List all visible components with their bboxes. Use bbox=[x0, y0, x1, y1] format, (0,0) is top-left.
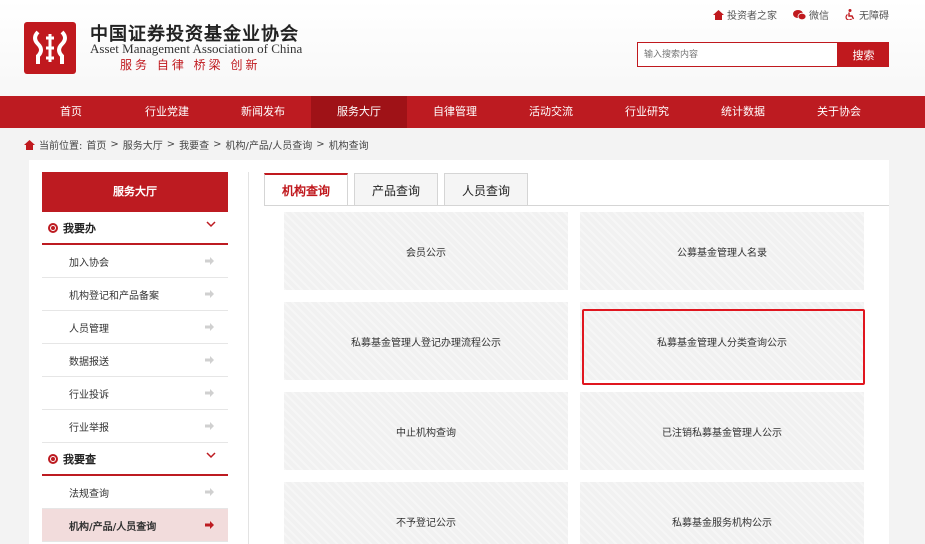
sidebar-item-org-product-person[interactable]: 机构/产品/人员查询 bbox=[42, 509, 228, 542]
tab-org-query[interactable]: 机构查询 bbox=[264, 173, 349, 206]
sidebar-item-join[interactable]: 加入协会 bbox=[42, 245, 228, 278]
sidebar-item-label: 行业投诉 bbox=[69, 389, 109, 401]
accessibility-icon bbox=[845, 9, 855, 20]
sidebar-item-label: 机构/产品/人员查询 bbox=[69, 521, 157, 533]
sidebar-item-label: 人员管理 bbox=[69, 323, 109, 335]
arrow-right-icon bbox=[205, 521, 214, 529]
search-button[interactable]: 搜索 bbox=[838, 42, 889, 67]
org-name-en: Asset Management Association of China bbox=[90, 41, 303, 56]
highlight-annotation bbox=[582, 309, 865, 385]
sidebar-item-data-report[interactable]: 数据报送 bbox=[42, 344, 228, 377]
arrow-right-icon bbox=[205, 422, 214, 430]
breadcrumb-current: 机构查询 bbox=[328, 141, 369, 152]
investor-home-label: 投资者之家 bbox=[727, 11, 777, 22]
sidebar-item-report[interactable]: 行业举报 bbox=[42, 410, 228, 443]
wechat-label: 微信 bbox=[809, 11, 829, 22]
column-divider bbox=[248, 172, 249, 544]
investor-home-link[interactable]: 投资者之家 bbox=[713, 7, 777, 22]
card-rejected-registration[interactable]: 不予登记公示 bbox=[284, 482, 568, 544]
main-nav: 首页 行业党建 新闻发布 服务大厅 自律管理 活动交流 行业研究 统计数据 关于… bbox=[0, 96, 925, 128]
logo-seal-icon bbox=[33, 30, 67, 64]
search-input[interactable] bbox=[637, 42, 838, 67]
sidebar-item-personnel[interactable]: 人员管理 bbox=[42, 311, 228, 344]
top-links: 投资者之家 微信 无障碍 bbox=[713, 7, 889, 22]
nav-item-home[interactable]: 首页 bbox=[23, 96, 119, 128]
nav-item-about[interactable]: 关于协会 bbox=[791, 96, 887, 128]
card-public-fund-managers[interactable]: 公募基金管理人名录 bbox=[580, 212, 864, 290]
nav-item-self-regulation[interactable]: 自律管理 bbox=[407, 96, 503, 128]
chevron-down-icon[interactable] bbox=[206, 452, 216, 459]
sidebar-item-complaint[interactable]: 行业投诉 bbox=[42, 377, 228, 410]
sidebar-item-regulations[interactable]: 法规查询 bbox=[42, 476, 228, 509]
breadcrumb-service-hall[interactable]: 服务大厅 bbox=[123, 137, 163, 152]
card-suspended-orgs[interactable]: 中止机构查询 bbox=[284, 392, 568, 470]
breadcrumb-separator: > bbox=[166, 139, 176, 150]
tab-product-query[interactable]: 产品查询 bbox=[354, 173, 439, 206]
nav-item-service-hall[interactable]: 服务大厅 bbox=[311, 96, 407, 128]
breadcrumb-separator: > bbox=[110, 139, 119, 150]
nav-item-news[interactable]: 新闻发布 bbox=[215, 96, 311, 128]
wechat-link[interactable]: 微信 bbox=[793, 7, 829, 22]
amac-logo[interactable] bbox=[24, 22, 76, 74]
bullet-icon bbox=[48, 222, 58, 233]
breadcrumb-separator: > bbox=[213, 139, 222, 150]
sidebar-group-label: 我要查 bbox=[63, 452, 96, 466]
nav-item-party[interactable]: 行业党建 bbox=[119, 96, 215, 128]
breadcrumb-home[interactable]: 首页 bbox=[86, 137, 106, 152]
chevron-down-icon[interactable] bbox=[206, 221, 216, 228]
nav-item-statistics[interactable]: 统计数据 bbox=[695, 96, 791, 128]
arrow-right-icon bbox=[205, 323, 214, 331]
breadcrumb: 当前位置: 首页 > 服务大厅 > 我要查 > 机构/产品/人员查询 > 机构查… bbox=[24, 137, 369, 152]
sidebar-group-label: 我要办 bbox=[63, 221, 96, 235]
sidebar-group-handle[interactable]: 我要办 bbox=[42, 212, 228, 245]
sidebar-item-label: 机构登记和产品备案 bbox=[69, 290, 159, 302]
breadcrumb-query[interactable]: 我要查 bbox=[179, 137, 209, 152]
sidebar-item-registration[interactable]: 机构登记和产品备案 bbox=[42, 278, 228, 311]
sidebar-group-query[interactable]: 我要查 bbox=[42, 443, 228, 476]
card-service-institutions[interactable]: 私募基金服务机构公示 bbox=[580, 482, 864, 544]
nav-item-research[interactable]: 行业研究 bbox=[599, 96, 695, 128]
arrow-right-icon bbox=[205, 290, 214, 298]
bullet-icon bbox=[48, 453, 58, 464]
wechat-icon bbox=[793, 9, 806, 20]
arrow-right-icon bbox=[205, 488, 214, 496]
sidebar-item-label: 数据报送 bbox=[69, 356, 109, 368]
card-member-disclosure[interactable]: 会员公示 bbox=[284, 212, 568, 290]
site-header: 中国证券投资基金业协会 Asset Management Association… bbox=[0, 0, 925, 96]
home-icon bbox=[713, 9, 724, 20]
tab-baseline bbox=[264, 205, 889, 206]
card-deregistered-managers[interactable]: 已注销私募基金管理人公示 bbox=[580, 392, 864, 470]
sidebar-item-label: 法规查询 bbox=[69, 488, 109, 500]
breadcrumb-prefix: 当前位置: bbox=[39, 141, 83, 152]
sidebar-title: 服务大厅 bbox=[42, 172, 228, 212]
tab-person-query[interactable]: 人员查询 bbox=[444, 173, 529, 206]
breadcrumb-org-product-person[interactable]: 机构/产品/人员查询 bbox=[226, 137, 313, 152]
card-registration-process[interactable]: 私募基金管理人登记办理流程公示 bbox=[284, 302, 568, 380]
arrow-right-icon bbox=[205, 389, 214, 397]
arrow-right-icon bbox=[205, 257, 214, 265]
query-tabs: 机构查询 产品查询 人员查询 bbox=[264, 173, 529, 206]
sidebar: 服务大厅 我要办 加入协会 机构登记和产品备案 人员管理 数据报送 行业投诉 行… bbox=[42, 172, 228, 544]
sidebar-item-label: 加入协会 bbox=[69, 257, 109, 269]
breadcrumb-separator: > bbox=[316, 139, 325, 150]
accessibility-label: 无障碍 bbox=[859, 11, 889, 22]
sidebar-item-label: 行业举报 bbox=[69, 422, 109, 434]
org-slogan: 服务 自律 桥梁 创新 bbox=[120, 58, 261, 72]
accessibility-link[interactable]: 无障碍 bbox=[845, 7, 889, 22]
home-icon bbox=[24, 139, 35, 150]
arrow-right-icon bbox=[205, 356, 214, 364]
nav-item-events[interactable]: 活动交流 bbox=[503, 96, 599, 128]
